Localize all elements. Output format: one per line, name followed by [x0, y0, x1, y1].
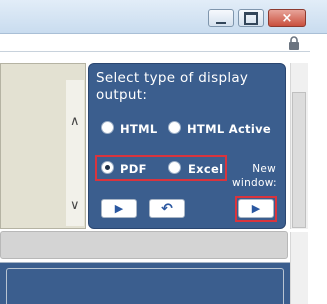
- new-window-button[interactable]: ▶: [238, 199, 274, 218]
- undo-arrow-icon: ↶: [161, 200, 173, 217]
- radio-excel[interactable]: [168, 161, 181, 174]
- lock-icon: [289, 36, 299, 50]
- maximize-button[interactable]: [238, 9, 264, 27]
- run-button[interactable]: ▶: [101, 199, 137, 218]
- bottom-panel-frame: [6, 268, 284, 304]
- radio-pdf[interactable]: [101, 161, 114, 174]
- scroll-down-icon[interactable]: ∨: [70, 198, 80, 213]
- new-window-label: New window:: [232, 163, 277, 189]
- minimize-button[interactable]: [208, 9, 234, 27]
- radio-html-label[interactable]: HTML: [120, 122, 157, 136]
- gray-toolbar: [0, 231, 288, 259]
- scroll-up-icon[interactable]: ∧: [70, 114, 80, 129]
- play-icon: ▶: [251, 202, 261, 215]
- radio-html-active[interactable]: [168, 121, 181, 134]
- radio-excel-label[interactable]: Excel: [188, 162, 223, 176]
- radio-html-active-label[interactable]: HTML Active: [187, 122, 271, 136]
- right-scrollbar-thumb[interactable]: [292, 92, 306, 228]
- left-scrollbar[interactable]: ∧ ∨: [66, 80, 84, 226]
- maximize-icon: [244, 11, 258, 25]
- close-button[interactable]: ×: [268, 9, 306, 27]
- play-icon: ▶: [114, 202, 124, 215]
- close-icon: ×: [281, 10, 293, 26]
- panel-title: Select type of display output:: [96, 70, 249, 103]
- address-bar[interactable]: [0, 34, 310, 52]
- lower-scrollbar[interactable]: [290, 232, 308, 304]
- radio-pdf-label[interactable]: PDF: [120, 162, 147, 176]
- back-button[interactable]: ↶: [149, 199, 185, 218]
- radio-html[interactable]: [101, 121, 114, 134]
- minimize-icon: [216, 19, 226, 24]
